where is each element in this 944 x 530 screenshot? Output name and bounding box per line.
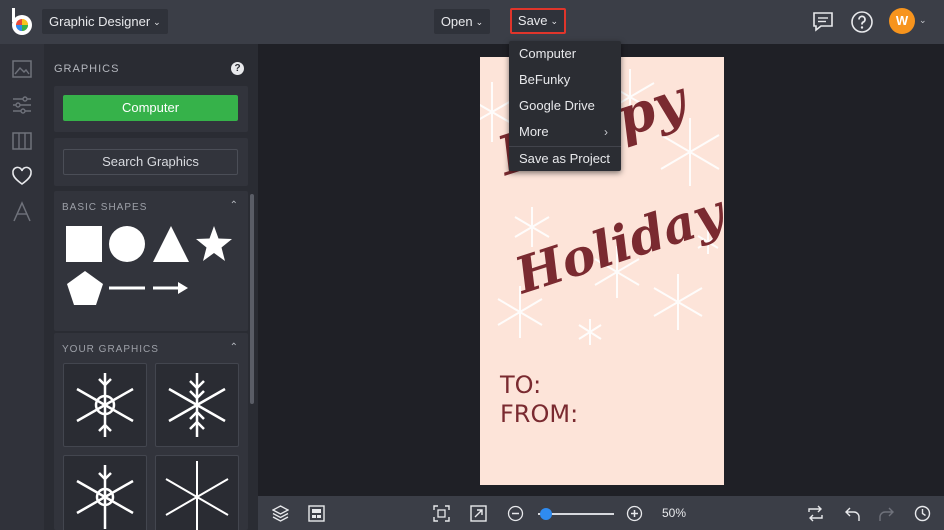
top-bar: Graphic Designer ⌄ Open ⌄ Save ⌄ W ⌄ (0, 0, 944, 44)
triangle-shape (153, 226, 189, 262)
history-icon[interactable] (914, 505, 931, 522)
circle-shape (109, 226, 145, 262)
from-label: FROM: (500, 400, 579, 428)
star-shape (196, 226, 232, 261)
basic-shapes-section: BASIC SHAPES ⌃ (54, 191, 248, 331)
search-graphics-button[interactable]: Search Graphics (63, 149, 238, 175)
menu-item-computer[interactable]: Computer (519, 46, 576, 61)
chevron-down-icon: ⌄ (475, 17, 484, 27)
basic-shapes-label: BASIC SHAPES (62, 202, 148, 213)
undo-icon[interactable] (844, 505, 861, 522)
panel-scrollbar[interactable] (250, 194, 254, 404)
befunky-logo[interactable] (10, 8, 34, 36)
chevron-down-icon: ⌄ (153, 17, 161, 27)
text-icon[interactable] (11, 201, 33, 223)
help-icon[interactable] (850, 10, 874, 34)
square-shape (66, 226, 102, 262)
snowflake-graphic (76, 465, 134, 529)
open-label: Open (440, 14, 473, 29)
help-icon[interactable]: ? (231, 62, 244, 75)
sliders-icon[interactable] (11, 94, 33, 116)
redo-icon[interactable] (878, 505, 895, 522)
layers-icon[interactable] (272, 505, 289, 522)
graphic-thumbnail[interactable] (63, 363, 147, 447)
columns-icon[interactable] (11, 130, 33, 152)
bottom-toolbar: 50% (258, 496, 944, 530)
zoom-level: 50% (662, 506, 687, 520)
basic-shapes-grid (66, 226, 232, 305)
menu-item-more[interactable]: More (519, 124, 549, 139)
snowflake-graphic (76, 373, 134, 437)
graphic-thumbnail[interactable] (155, 363, 239, 447)
your-graphics-label: YOUR GRAPHICS (62, 344, 159, 355)
app-switcher-label: Graphic Designer (49, 14, 151, 29)
app-window: Graphic Designer ⌄ Open ⌄ Save ⌄ W ⌄ GRA… (0, 0, 944, 530)
replace-icon[interactable] (807, 505, 824, 522)
fit-icon[interactable] (433, 505, 450, 522)
snowflake-graphic (168, 373, 226, 437)
zoom-out-icon[interactable] (507, 505, 524, 522)
menu-item-save-as-project[interactable]: Save as Project (519, 151, 610, 166)
fullscreen-icon[interactable] (470, 505, 487, 522)
image-icon[interactable] (11, 58, 33, 80)
comment-icon[interactable] (811, 10, 835, 34)
save-label: Save (517, 13, 548, 28)
computer-upload-button[interactable]: Computer (63, 95, 238, 121)
avatar[interactable]: W (889, 8, 915, 34)
graphic-thumbnail[interactable] (63, 455, 147, 530)
chevron-up-icon[interactable]: ⌃ (230, 200, 238, 211)
layout-icon[interactable] (308, 505, 325, 522)
your-graphics-section: YOUR GRAPHICS ⌃ (54, 333, 248, 530)
save-button[interactable]: Save ⌄ (510, 8, 566, 34)
menu-item-google-drive[interactable]: Google Drive (519, 98, 595, 113)
menu-divider (509, 146, 621, 147)
chevron-up-icon[interactable]: ⌃ (230, 342, 238, 353)
search-card: Search Graphics (54, 138, 248, 186)
zoom-in-icon[interactable] (626, 505, 643, 522)
snowflake-graphic (165, 461, 229, 530)
save-dropdown-menu: Computer BeFunky Google Drive More › Sav… (509, 41, 621, 171)
graphic-thumbnail[interactable] (155, 455, 239, 530)
panel-title: GRAPHICS (54, 63, 120, 75)
app-switcher-button[interactable]: Graphic Designer ⌄ (42, 9, 168, 34)
heart-icon[interactable] (11, 165, 33, 187)
chevron-down-icon[interactable]: ⌄ (919, 15, 927, 26)
graphics-panel: GRAPHICS ? Computer Search Graphics BASI… (44, 44, 258, 530)
upload-card: Computer (54, 86, 248, 132)
tool-rail (0, 44, 44, 530)
to-label: TO: (500, 371, 542, 399)
open-button[interactable]: Open ⌄ (434, 9, 490, 34)
pentagon-shape (67, 271, 103, 305)
chevron-down-icon: ⌄ (550, 16, 559, 26)
menu-item-befunky[interactable]: BeFunky (519, 72, 570, 87)
chevron-right-icon: › (604, 125, 608, 139)
zoom-slider-handle[interactable] (540, 508, 552, 520)
